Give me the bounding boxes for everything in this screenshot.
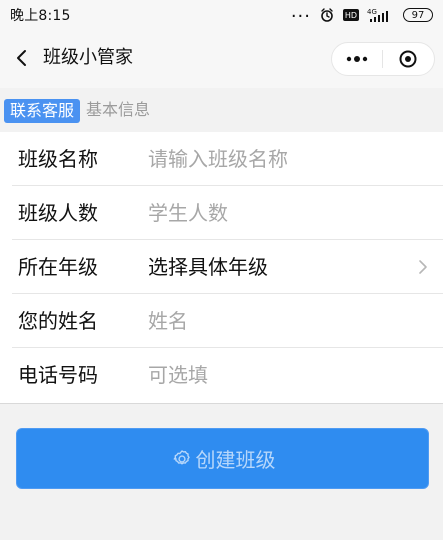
- battery-icon: 97: [403, 8, 433, 22]
- battery-level: 97: [411, 9, 425, 21]
- page-title: 班级小管家: [43, 47, 133, 68]
- hd-icon: HD: [343, 9, 359, 21]
- mini-program-capsule: [331, 42, 435, 76]
- more-button[interactable]: [332, 43, 382, 75]
- target-icon: [399, 50, 417, 68]
- status-icons: ... HD 4G 97: [291, 3, 433, 23]
- customer-service-button[interactable]: 联系客服: [4, 99, 81, 123]
- status-bar: 晚上8:15 ... HD 4G 97: [0, 0, 443, 30]
- class-size-label: 班级人数: [18, 201, 98, 225]
- signal-label: 4G: [367, 8, 377, 16]
- phone-row: 电话号码: [0, 348, 443, 402]
- teacher-name-row: 您的姓名: [0, 294, 443, 348]
- alarm-icon: [319, 7, 335, 23]
- app-screen: 晚上8:15 ... HD 4G 97 班级小管家 联系客服 基本信息 班级名称…: [0, 0, 443, 540]
- create-button-label: 创建班级: [195, 448, 276, 472]
- settings-icon: [170, 447, 194, 471]
- navigation-bar: 班级小管家: [0, 30, 443, 88]
- teacher-name-input[interactable]: [148, 308, 398, 334]
- create-button-content: 创建班级: [170, 444, 276, 473]
- close-button[interactable]: [383, 43, 435, 75]
- status-time: 晚上8:15: [10, 8, 71, 24]
- chevron-left-icon: [17, 50, 26, 66]
- create-class-button[interactable]: 创建班级: [16, 428, 429, 489]
- teacher-name-label: 您的姓名: [18, 309, 98, 333]
- grade-label: 所在年级: [18, 255, 98, 279]
- class-name-label: 班级名称: [18, 147, 98, 171]
- chevron-right-icon: [417, 258, 429, 276]
- class-size-input[interactable]: [148, 200, 398, 226]
- class-form: 班级名称 班级人数 所在年级 选择具体年级 您的姓名 电话号码: [0, 132, 443, 404]
- grade-select-row[interactable]: 所在年级 选择具体年级: [0, 240, 443, 294]
- section-title: 基本信息: [86, 100, 151, 119]
- signal-icon: 4G: [367, 7, 395, 23]
- more-dots-icon: ...: [290, 1, 311, 22]
- class-name-row: 班级名称: [0, 132, 443, 186]
- class-name-input[interactable]: [148, 146, 398, 172]
- back-button[interactable]: [10, 46, 34, 70]
- grade-select[interactable]: 选择具体年级: [148, 254, 268, 280]
- class-size-row: 班级人数: [0, 186, 443, 240]
- phone-label: 电话号码: [18, 363, 98, 387]
- phone-input[interactable]: [148, 362, 398, 388]
- more-icon: [346, 56, 367, 62]
- section-header: 联系客服 基本信息: [0, 88, 443, 132]
